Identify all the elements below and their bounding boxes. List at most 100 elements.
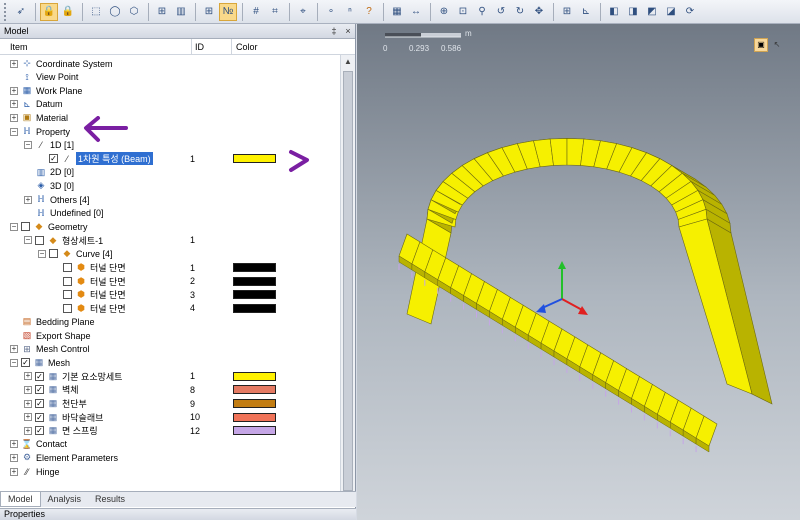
select-icon[interactable]: ⬚ xyxy=(87,3,105,21)
tab-model[interactable]: Model xyxy=(0,492,41,507)
tree-item-hinge[interactable]: + ⁄⁄ Hinge xyxy=(0,465,340,478)
visibility-checkbox[interactable] xyxy=(21,222,30,232)
collapse-icon[interactable]: − xyxy=(10,222,18,231)
circle-select-icon[interactable]: ◯ xyxy=(106,3,124,21)
visibility-checkbox[interactable] xyxy=(63,263,72,272)
zoom-icon[interactable]: ⚲ xyxy=(473,3,491,21)
visibility-checkbox[interactable] xyxy=(63,290,72,300)
tree-item-bedding-plane[interactable]: ▤ Bedding Plane xyxy=(0,315,340,328)
number-icon[interactable]: № xyxy=(219,2,237,21)
expand-icon[interactable]: + xyxy=(10,86,18,95)
visibility-checkbox[interactable]: ✓ xyxy=(35,371,44,381)
visibility-checkbox[interactable]: ✓ xyxy=(35,385,44,395)
column-color[interactable]: Color xyxy=(232,39,342,54)
tree-item-export-shape[interactable]: ▧ Export Shape xyxy=(0,329,340,342)
expand-icon[interactable]: + xyxy=(10,100,18,109)
tree-item-material[interactable]: + ▣ Material xyxy=(0,111,340,124)
collapse-icon[interactable]: − xyxy=(10,127,18,136)
visibility-checkbox[interactable] xyxy=(49,249,58,259)
column-id[interactable]: ID xyxy=(192,39,232,54)
tree-item-datum[interactable]: + ⊾ Datum xyxy=(0,98,340,111)
distance-icon[interactable]: ↔ xyxy=(407,3,425,21)
model-viewport[interactable]: m 0 0.293 0.586 ▣ ↖ xyxy=(357,24,800,520)
expand-icon[interactable]: + xyxy=(10,345,18,354)
lock-icon[interactable]: 🔒 xyxy=(59,3,77,21)
tree-item-mesh-set-1[interactable]: + ✓ ▦ 기본 요소망세트 1 xyxy=(0,370,340,383)
color-swatch[interactable] xyxy=(233,263,276,272)
table-icon[interactable]: ▦ xyxy=(388,3,406,21)
tree-item-mesh-set-5[interactable]: + ✓ ▦ 면 스프링 12 xyxy=(0,424,340,437)
expand-icon[interactable]: + xyxy=(10,59,18,68)
collapse-icon[interactable]: − xyxy=(24,236,32,245)
tree-item-coordinate-system[interactable]: + ⊹ Coordinate System xyxy=(0,57,340,70)
tree-item-mesh-control[interactable]: + ⊞ Mesh Control xyxy=(0,343,340,356)
iso-view-icon[interactable]: ◪ xyxy=(662,3,680,21)
expand-icon[interactable]: + xyxy=(10,113,18,122)
tree-item-view-point[interactable]: ⟟ View Point xyxy=(0,71,340,84)
visibility-checkbox[interactable]: ✓ xyxy=(49,154,58,164)
tree-item-curve-1[interactable]: ⬢ 터널 단면 1 xyxy=(0,261,340,274)
filter-icon[interactable]: ⊞ xyxy=(153,3,171,21)
tree-item-geometry-set[interactable]: − ◆ 형상세트-1 1 xyxy=(0,234,340,247)
toolbar-grip[interactable] xyxy=(4,2,8,21)
pan-icon[interactable]: ✥ xyxy=(530,3,548,21)
side-view-icon[interactable]: ◩ xyxy=(643,3,661,21)
color-swatch[interactable] xyxy=(233,290,276,300)
zoom-fit-icon[interactable]: ⊡ xyxy=(454,3,472,21)
tree-item-curve-3[interactable]: ⬢ 터널 단면 3 xyxy=(0,288,340,301)
tree-item-property-3d[interactable]: ◈ 3D [0] xyxy=(0,179,340,192)
tree-item-property-others[interactable]: + ℍ Others [4] xyxy=(0,193,340,206)
visibility-checkbox[interactable] xyxy=(35,235,44,245)
front-view-icon[interactable]: ◧ xyxy=(605,3,623,21)
expand-icon[interactable]: + xyxy=(10,467,18,476)
color-swatch[interactable] xyxy=(233,412,276,422)
visibility-checkbox[interactable]: ✓ xyxy=(35,399,44,408)
scroll-up-icon[interactable]: ▲ xyxy=(341,55,355,69)
color-swatch[interactable] xyxy=(233,426,276,436)
tree-item-mesh-set-2[interactable]: + ✓ ▦ 벽체 8 xyxy=(0,383,340,396)
visibility-checkbox[interactable] xyxy=(63,303,72,313)
expand-icon[interactable]: + xyxy=(10,453,18,462)
expand-icon[interactable]: + xyxy=(24,399,32,408)
coordinate-icon[interactable]: ⌖ xyxy=(294,3,312,21)
visibility-checkbox[interactable]: ✓ xyxy=(35,412,44,422)
rotate-left-icon[interactable]: ↺ xyxy=(492,3,510,21)
expand-icon[interactable]: + xyxy=(24,413,32,422)
axis-icon[interactable]: ⊾ xyxy=(577,3,595,21)
tree-item-contact[interactable]: + ⌛ Contact xyxy=(0,438,340,451)
column-item[interactable]: Item xyxy=(0,39,192,54)
expand-icon[interactable]: + xyxy=(10,440,18,449)
expand-icon[interactable]: + xyxy=(24,426,32,435)
tree-item-curve-2[interactable]: ⬢ 터널 단면 2 xyxy=(0,275,340,288)
query-icon[interactable]: ? xyxy=(360,3,378,21)
tree-item-element-parameters[interactable]: + ⚙ Element Parameters xyxy=(0,451,340,464)
expand-icon[interactable]: + xyxy=(24,372,32,381)
color-swatch[interactable] xyxy=(233,303,276,313)
expand-icon[interactable]: + xyxy=(24,195,32,204)
tree-item-curve-4[interactable]: ⬢ 터널 단면 4 xyxy=(0,302,340,315)
refresh-icon[interactable]: ⟳ xyxy=(681,3,699,21)
node-number-icon[interactable]: ⁿ xyxy=(341,3,359,21)
visibility-checkbox[interactable] xyxy=(63,276,72,286)
color-swatch[interactable] xyxy=(233,154,276,164)
hide-icon[interactable]: ▥ xyxy=(172,3,190,21)
zoom-window-icon[interactable]: ⊕ xyxy=(435,3,453,21)
tree-item-geometry[interactable]: − ◆ Geometry xyxy=(0,220,340,233)
expand-icon[interactable]: + xyxy=(24,385,32,394)
collapse-icon[interactable]: − xyxy=(24,141,32,150)
color-swatch[interactable] xyxy=(233,385,276,395)
tree-item-property-undefined[interactable]: ℍ Undefined [0] xyxy=(0,207,340,220)
tree-item-property[interactable]: − ℍ Property xyxy=(0,125,340,138)
visibility-checkbox[interactable]: ✓ xyxy=(35,426,44,436)
visibility-checkbox[interactable]: ✓ xyxy=(21,358,30,368)
color-swatch[interactable] xyxy=(233,399,276,408)
polygon-select-icon[interactable]: ⬡ xyxy=(125,3,143,21)
top-view-icon[interactable]: ◨ xyxy=(624,3,642,21)
grid-icon[interactable]: # xyxy=(247,3,265,21)
pin-icon[interactable]: ‡ xyxy=(327,26,341,36)
color-swatch[interactable] xyxy=(233,371,276,381)
tree-item-curve[interactable]: − ◆ Curve [4] xyxy=(0,247,340,260)
show-icon[interactable]: ⊞ xyxy=(200,3,218,21)
node-icon[interactable]: ∘ xyxy=(322,3,340,21)
tab-results[interactable]: Results xyxy=(88,492,132,507)
